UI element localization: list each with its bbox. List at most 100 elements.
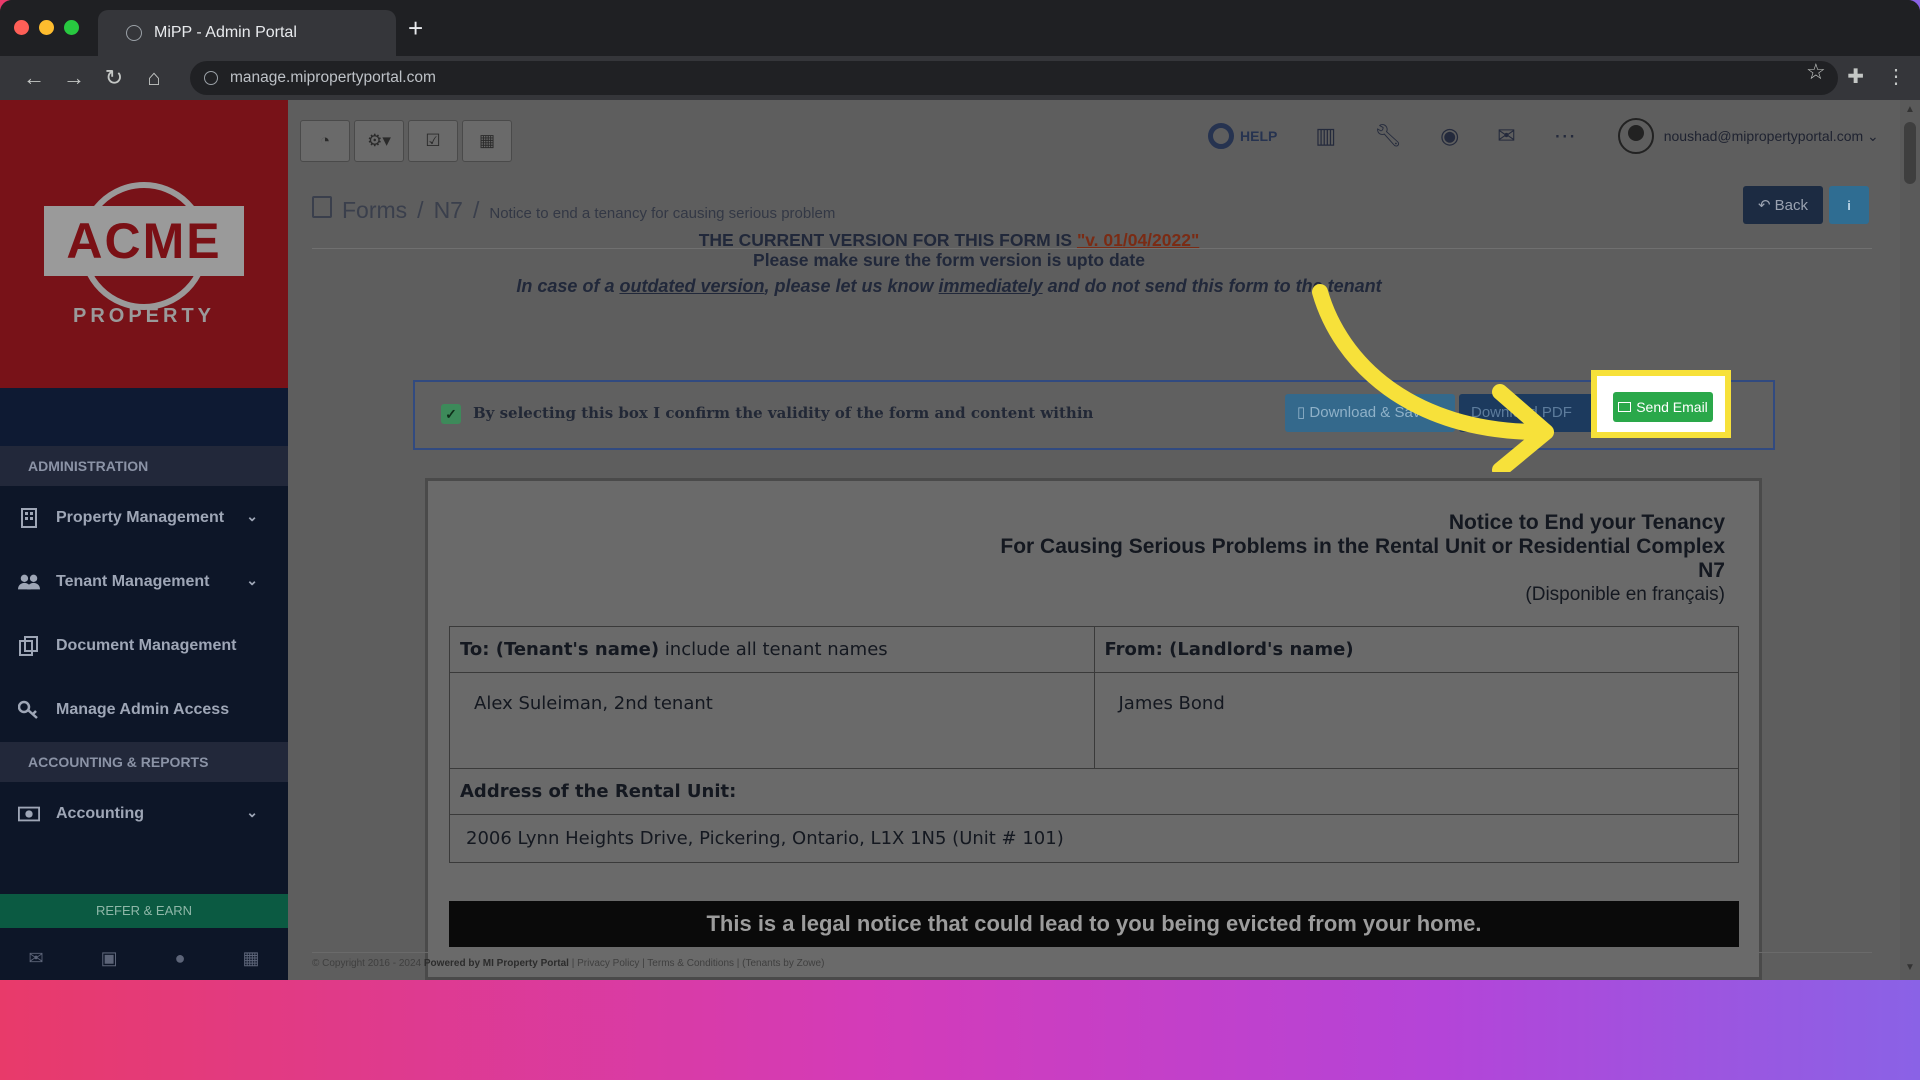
breadcrumb-form-code[interactable]: N7 bbox=[434, 197, 463, 224]
sidebar-item-accounting[interactable]: Accounting ⌄ bbox=[0, 782, 288, 846]
browser-menu-icon[interactable]: ⋮ bbox=[1886, 64, 1906, 89]
scroll-thumb[interactable] bbox=[1904, 122, 1916, 184]
from-header: From: (Landlord's name) bbox=[1093, 626, 1739, 673]
tenant-landlord-table: To: (Tenant's name) include all tenant n… bbox=[449, 626, 1739, 863]
forward-arrow-icon[interactable]: → bbox=[54, 65, 94, 91]
top-toolbar: ◔ ⚙▾ ☑ ▦ HELP ▥ 🔧︎ ◉ ✉ ⋯ noushad@miprope… bbox=[288, 100, 1920, 172]
back-arrow-icon[interactable]: ← bbox=[14, 65, 54, 91]
doc-title-line4: (Disponible en français) bbox=[1525, 584, 1725, 605]
info-button[interactable]: i bbox=[1829, 186, 1869, 224]
doc-title-line3: N7 bbox=[1698, 559, 1725, 582]
browser-tab[interactable]: MiPP - Admin Portal bbox=[98, 10, 396, 56]
back-label: Back bbox=[1774, 196, 1808, 214]
table-row: Alex Suleiman, 2nd tenant James Bond bbox=[449, 672, 1739, 769]
breadcrumb-current: Notice to end a tenancy for causing seri… bbox=[489, 205, 836, 222]
browser-extensions: ✚ ⋮ bbox=[1847, 64, 1906, 89]
scroll-down-icon[interactable]: ▼ bbox=[1905, 962, 1915, 973]
address-header: Address of the Rental Unit: bbox=[449, 768, 1739, 815]
to-header: To: (Tenant's name) include all tenant n… bbox=[449, 626, 1095, 673]
wrench-icon[interactable]: 🔧︎ bbox=[1374, 123, 1402, 149]
sidebar-item-document-management[interactable]: Document Management bbox=[0, 614, 288, 678]
refer-earn-button[interactable]: REFER & EARN bbox=[0, 894, 288, 928]
building-icon bbox=[18, 507, 40, 529]
close-window-button[interactable] bbox=[14, 20, 29, 35]
extensions-puzzle-icon[interactable]: ✚ bbox=[1847, 64, 1864, 89]
bookmark-star-icon[interactable]: ☆ bbox=[1806, 59, 1826, 85]
document-title: Notice to End your Tenancy For Causing S… bbox=[1000, 511, 1725, 607]
table-row: To: (Tenant's name) include all tenant n… bbox=[449, 626, 1739, 673]
breadcrumb-separator: / bbox=[472, 197, 480, 223]
version-link[interactable]: "v. 01/04/2022" bbox=[1077, 230, 1199, 250]
sidebar-item-tenant-management[interactable]: Tenant Management ⌄ bbox=[0, 550, 288, 614]
address-bar[interactable]: manage.mipropertyportal.com bbox=[190, 61, 1838, 95]
breadcrumb-forms[interactable]: Forms bbox=[342, 197, 407, 224]
sidebar-section-administration: ADMINISTRATION bbox=[0, 446, 288, 486]
more-icon[interactable]: ⋯ bbox=[1554, 123, 1576, 149]
new-tab-button[interactable]: + bbox=[408, 15, 423, 41]
back-button[interactable]: ↶ Back bbox=[1743, 186, 1823, 224]
chevron-down-icon: ⌄ bbox=[246, 804, 258, 820]
confirm-checkbox[interactable]: ✓ bbox=[441, 404, 461, 424]
breadcrumb-separator: / bbox=[417, 197, 424, 223]
dashboard-button[interactable]: ◔ bbox=[300, 120, 350, 162]
site-info-icon[interactable] bbox=[204, 71, 218, 85]
address-value[interactable]: 2006 Lynn Heights Drive, Pickering, Onta… bbox=[449, 814, 1739, 863]
gear-icon: ⚙▾ bbox=[367, 131, 391, 150]
doc-title-line2: For Causing Serious Problems in the Rent… bbox=[1000, 535, 1725, 558]
footer: © Copyright 2016 - 2024 Powered by MI Pr… bbox=[312, 958, 824, 969]
calendar-check-icon: ☑ bbox=[425, 131, 441, 150]
to-label-rest: include all tenant names bbox=[659, 639, 888, 660]
calculator-icon[interactable]: ▦ bbox=[242, 948, 259, 969]
help-button[interactable]: HELP bbox=[1208, 123, 1277, 149]
version-prefix: THE CURRENT VERSION FOR THIS FORM IS bbox=[698, 230, 1077, 250]
avatar[interactable] bbox=[1617, 118, 1654, 154]
eye-icon[interactable]: ◉ bbox=[1440, 123, 1459, 149]
version-line: THE CURRENT VERSION FOR THIS FORM IS "v.… bbox=[200, 230, 1698, 250]
sidebar-item-manage-admin-access[interactable]: Manage Admin Access bbox=[0, 678, 288, 742]
info-icon: i bbox=[1847, 197, 1851, 213]
calendar-button[interactable]: ☑ bbox=[408, 120, 458, 162]
footer-tenants: (Tenants by Zowe) bbox=[742, 958, 825, 969]
tenant-name[interactable]: Alex Suleiman, 2nd tenant bbox=[449, 672, 1095, 769]
immediately-link[interactable]: immediately bbox=[939, 276, 1043, 296]
send-email-button[interactable]: Send Email bbox=[1613, 392, 1713, 422]
settings-dropdown-button[interactable]: ⚙▾ bbox=[354, 120, 404, 162]
user-icon[interactable]: ● bbox=[175, 948, 186, 969]
landlord-name[interactable]: James Bond bbox=[1093, 672, 1739, 769]
envelope-icon[interactable]: ✉ bbox=[1497, 123, 1515, 149]
tutorial-arrow bbox=[1312, 284, 1554, 472]
tab-title: MiPP - Admin Portal bbox=[154, 24, 297, 41]
minimize-window-button[interactable] bbox=[39, 20, 54, 35]
outdated-version-link[interactable]: outdated version bbox=[619, 276, 764, 296]
lifebuoy-icon bbox=[1208, 123, 1234, 149]
footer-links[interactable]: | Privacy Policy | Terms & Conditions | bbox=[569, 958, 742, 969]
scroll-up-icon[interactable]: ▲ bbox=[1905, 104, 1915, 115]
footer-powered-by[interactable]: Powered by MI Property Portal bbox=[424, 958, 569, 969]
bar-chart-icon[interactable]: ▥ bbox=[1315, 123, 1336, 149]
scrollbar[interactable]: ▲ ▼ bbox=[1900, 100, 1920, 980]
calculator-button[interactable]: ▦ bbox=[462, 120, 512, 162]
sidebar-item-label: Accounting bbox=[56, 805, 144, 822]
legal-banner: This is a legal notice that could lead t… bbox=[449, 901, 1739, 947]
maximize-window-button[interactable] bbox=[64, 20, 79, 35]
sidebar-item-label: Manage Admin Access bbox=[56, 701, 230, 718]
user-email-dropdown[interactable]: noushad@mipropertyportal.com ⌄ bbox=[1664, 128, 1879, 145]
chevron-down-icon: ⌄ bbox=[246, 508, 258, 524]
sidebar-item-property-management[interactable]: Property Management ⌄ bbox=[0, 486, 288, 550]
browser-toolbar: ← → ↻ ⌂ manage.mipropertyportal.com ☆ ✚ … bbox=[0, 56, 1920, 100]
briefcase-icon[interactable]: ▣ bbox=[101, 948, 118, 969]
warning-text-2: , please let us know bbox=[764, 276, 939, 296]
page-viewport: ACME PROPERTY ADMINISTRATION Property Ma… bbox=[0, 100, 1920, 980]
documents-icon bbox=[18, 635, 40, 657]
url-text: manage.mipropertyportal.com bbox=[230, 69, 436, 86]
reload-icon[interactable]: ↻ bbox=[94, 65, 134, 91]
home-icon[interactable]: ⌂ bbox=[134, 65, 174, 91]
confirm-bar: ✓ By selecting this box I confirm the va… bbox=[413, 380, 1775, 450]
sidebar-item-label: Document Management bbox=[56, 637, 237, 654]
chevron-down-icon: ⌄ bbox=[246, 572, 258, 588]
globe-icon bbox=[126, 25, 142, 41]
help-label: HELP bbox=[1240, 128, 1278, 144]
mail-icon[interactable]: ✉ bbox=[29, 948, 44, 969]
table-row: 2006 Lynn Heights Drive, Pickering, Onta… bbox=[449, 814, 1739, 863]
window-controls bbox=[14, 20, 79, 35]
